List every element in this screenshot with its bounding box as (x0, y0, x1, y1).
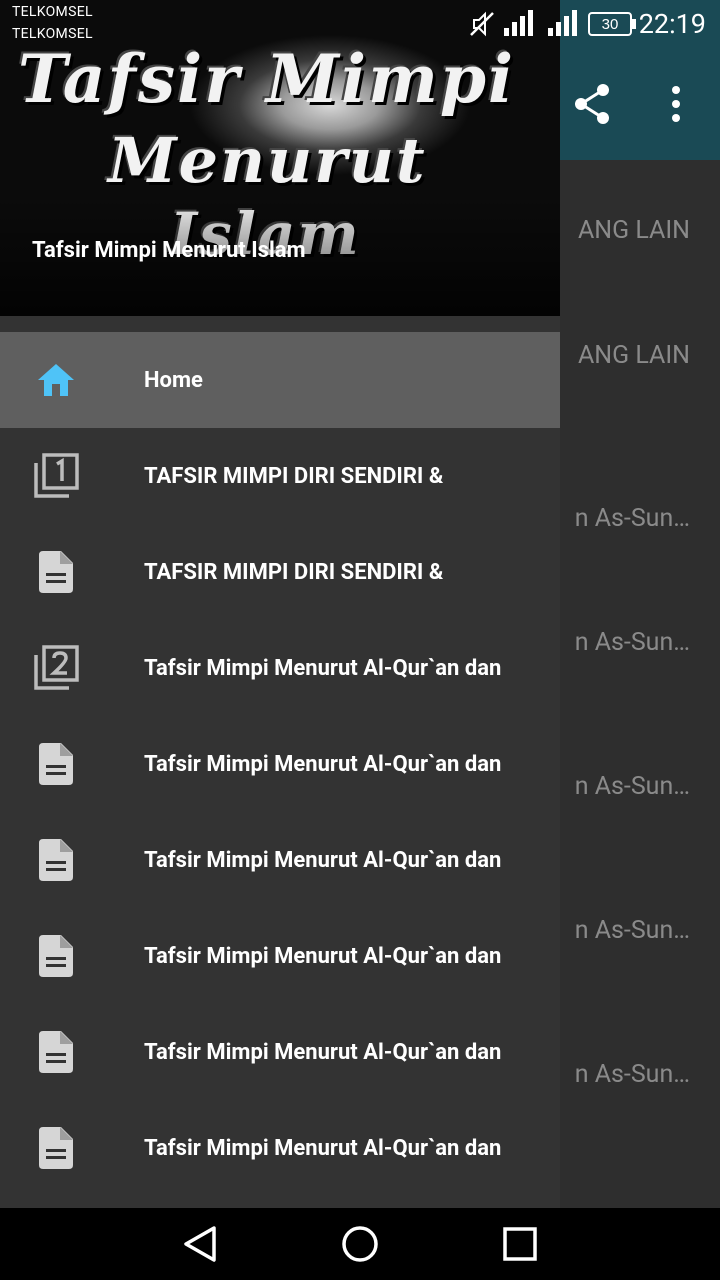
carrier-label: TELKOMSEL (12, 4, 93, 20)
filter-2-icon (32, 644, 80, 692)
menu-item[interactable]: Tafsir Mimpi Menurut Al-Qur`an dan (0, 620, 560, 716)
menu-item[interactable]: Tafsir Mimpi Menurut Al-Qur`an dan (0, 812, 560, 908)
document-icon (32, 548, 80, 596)
more-vert-icon (672, 86, 680, 122)
battery-tip (632, 19, 636, 29)
status-bar: TELKOMSEL TELKOMSEL 30 22:19 (0, 0, 720, 48)
battery-level: 30 (601, 15, 619, 33)
menu-item-label: Tafsir Mimpi Menurut Al-Qur`an dan (144, 1135, 502, 1161)
menu-item[interactable]: Tafsir Mimpi Menurut Al-Qur`an dan (0, 908, 560, 1004)
system-navigation-bar (0, 1208, 720, 1280)
signal-icon (504, 10, 533, 36)
share-icon (575, 84, 609, 124)
menu-item-label: Tafsir Mimpi Menurut Al-Qur`an dan (144, 1039, 502, 1065)
document-icon (32, 1028, 80, 1076)
header-logo-line: Menurut (108, 124, 427, 197)
menu-item[interactable]: TAFSIR MIMPI DIRI SENDIRI & (0, 524, 560, 620)
mute-icon (470, 11, 494, 37)
menu-item-label: Tafsir Mimpi Menurut Al-Qur`an dan (144, 847, 502, 873)
share-button[interactable] (564, 76, 620, 132)
document-icon (32, 836, 80, 884)
menu-item-home[interactable]: Home (0, 332, 560, 428)
document-icon (32, 740, 80, 788)
menu-item-label: TAFSIR MIMPI DIRI SENDIRI & (144, 559, 444, 585)
header-logo-line: Tafsir Mimpi (18, 40, 516, 118)
navigation-drawer: Tafsir Mimpi Menurut Islam Tafsir Mimpi … (0, 0, 560, 1208)
filter-1-icon (32, 452, 80, 500)
home-button[interactable] (336, 1220, 384, 1268)
overflow-menu-button[interactable] (648, 76, 704, 132)
menu-item-label: Tafsir Mimpi Menurut Al-Qur`an dan (144, 943, 502, 969)
home-circle-icon (342, 1226, 378, 1262)
carrier-label: TELKOMSEL (12, 26, 93, 42)
drawer-header-title: Tafsir Mimpi Menurut Islam (32, 238, 306, 263)
signal-icon (548, 10, 577, 36)
recents-icon (503, 1227, 537, 1261)
clock: 22:19 (638, 8, 706, 40)
menu-item[interactable]: Tafsir Mimpi Menurut Al-Qur`an dan (0, 1004, 560, 1100)
menu-item-label: Tafsir Mimpi Menurut Al-Qur`an dan (144, 655, 502, 681)
menu-item[interactable]: Tafsir Mimpi Menurut Al-Qur`an dan (0, 1100, 560, 1196)
battery-icon: 30 (588, 12, 632, 36)
back-button[interactable] (176, 1220, 224, 1268)
drawer-menu: Home TAFSIR MIMPI DIRI SENDIRI & TAFSIR … (0, 332, 560, 1196)
menu-item-label: TAFSIR MIMPI DIRI SENDIRI & (144, 463, 444, 489)
menu-item-label: Home (144, 367, 203, 393)
menu-item-label: Tafsir Mimpi Menurut Al-Qur`an dan (144, 751, 502, 777)
menu-item[interactable]: Tafsir Mimpi Menurut Al-Qur`an dan (0, 716, 560, 812)
menu-item[interactable]: TAFSIR MIMPI DIRI SENDIRI & (0, 428, 560, 524)
recents-button[interactable] (496, 1220, 544, 1268)
document-icon (32, 1124, 80, 1172)
back-icon (184, 1226, 216, 1262)
document-icon (32, 932, 80, 980)
home-icon (32, 356, 80, 404)
